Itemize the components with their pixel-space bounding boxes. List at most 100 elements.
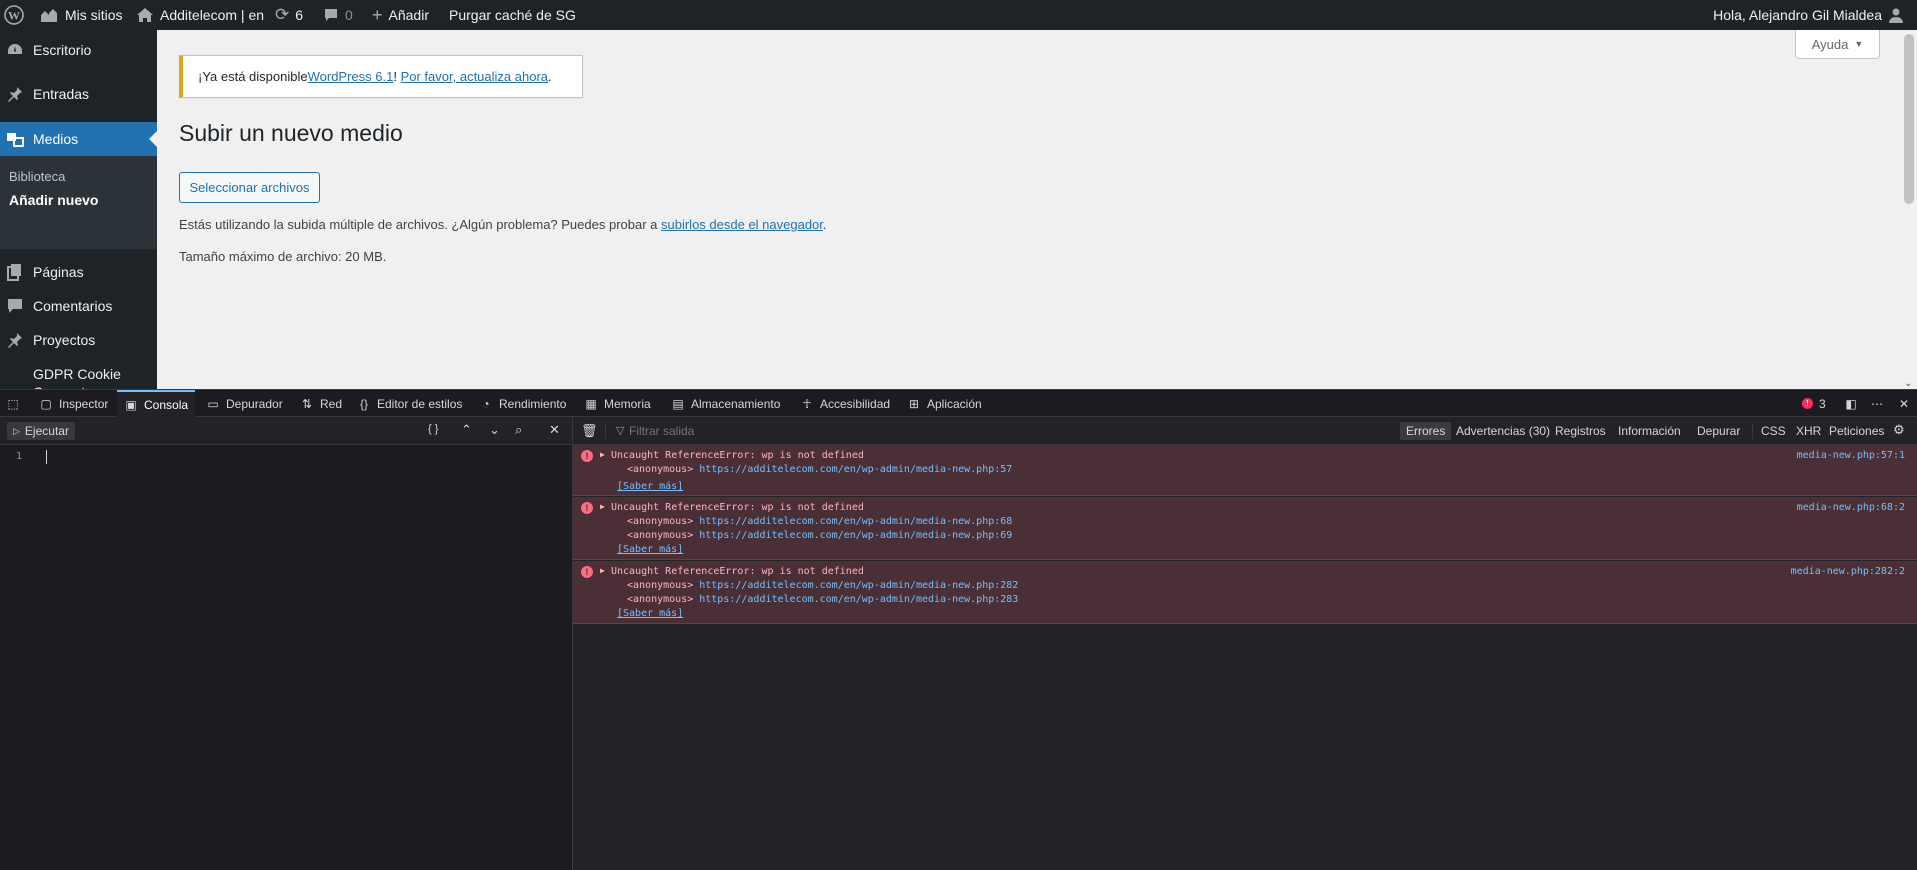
- updates-link[interactable]: ⟳ 6: [275, 0, 303, 30]
- wordpress-logo-icon[interactable]: W: [4, 0, 24, 30]
- source-location-link[interactable]: media-new.php:282:2: [1791, 566, 1905, 577]
- frame-url-link[interactable]: https://additelecom.com/en/wp-admin/medi…: [699, 516, 1012, 527]
- my-sites-menu[interactable]: Mis sitios: [39, 0, 123, 30]
- expand-triangle-icon[interactable]: ▶: [600, 566, 605, 575]
- output-toolbar: 🗑 ▽ Errores Advertencias (30) Registros …: [573, 417, 1917, 445]
- sidebar-item-comentarios[interactable]: Comentarios: [0, 289, 157, 323]
- filter-css[interactable]: CSS: [1755, 422, 1792, 440]
- error-message[interactable]: ! ▶ Uncaught ReferenceError: wp is not d…: [573, 445, 1917, 496]
- sidebar-item-label: Escritorio: [33, 42, 92, 58]
- inspector-icon: ▢: [40, 396, 52, 411]
- sidebar-item-medios[interactable]: Medios: [0, 122, 157, 156]
- frame-url-link[interactable]: https://additelecom.com/en/wp-admin/medi…: [699, 594, 1018, 605]
- stack-frame: <anonymous> https://additelecom.com/en/wp…: [627, 516, 1012, 527]
- sidebar-item-label: Entradas: [33, 86, 90, 102]
- filter-warnings[interactable]: Advertencias (30): [1450, 422, 1556, 440]
- expand-triangle-icon[interactable]: ▶: [600, 502, 605, 511]
- browser-upload-link[interactable]: subirlos desde el navegador: [661, 217, 823, 232]
- gauge-icon: ◔: [482, 396, 490, 411]
- chevron-up-icon[interactable]: ⌃: [461, 422, 472, 438]
- tab-inspector[interactable]: ▢ Inspector: [39, 390, 108, 417]
- sidebar-item-paginas[interactable]: Páginas: [0, 255, 157, 289]
- frame-url-link[interactable]: https://additelecom.com/en/wp-admin/medi…: [699, 580, 1018, 591]
- frame-url-link[interactable]: https://additelecom.com/en/wp-admin/medi…: [699, 464, 1012, 475]
- more-options-icon: ⋯: [1871, 396, 1883, 411]
- console-settings-gear-icon[interactable]: ⚙: [1893, 422, 1905, 438]
- source-location-link[interactable]: media-new.php:57:1: [1797, 450, 1905, 461]
- current-indicator-arrow: [149, 131, 157, 147]
- expand-triangle-icon[interactable]: ▶: [600, 450, 605, 459]
- filter-requests[interactable]: Peticiones: [1823, 422, 1890, 440]
- tab-application[interactable]: ⊞ Aplicación: [907, 390, 982, 417]
- comments-link[interactable]: 0: [323, 0, 353, 30]
- search-icon[interactable]: ⌕: [515, 422, 522, 438]
- trash-icon[interactable]: 🗑: [581, 423, 598, 439]
- main-content: Ayuda ▼ ¡Ya está disponible WordPress 6.…: [157, 30, 1900, 389]
- pages-icon: [5, 262, 25, 282]
- braces-icon: {}: [359, 396, 368, 411]
- filter-debug[interactable]: Depurar: [1691, 422, 1746, 440]
- error-message[interactable]: ! ▶ Uncaught ReferenceError: wp is not d…: [573, 561, 1917, 624]
- plus-icon: +: [372, 4, 383, 25]
- tab-label: Depurador: [226, 396, 283, 411]
- frame-url-link[interactable]: https://additelecom.com/en/wp-admin/medi…: [699, 530, 1012, 541]
- select-files-button[interactable]: Seleccionar archivos: [179, 172, 320, 203]
- submenu-item-anadir-nuevo[interactable]: Añadir nuevo: [9, 192, 98, 208]
- toolbar-divider: [605, 423, 606, 439]
- devtools-panel: ⬚ ▢ Inspector ▣ Consola ▭ Depurador ⇅ Red {}…: [0, 389, 1917, 870]
- filter-info[interactable]: Información: [1612, 422, 1687, 440]
- purge-cache-button[interactable]: Purgar caché de SG: [449, 0, 576, 30]
- wordpress-version-link[interactable]: WordPress 6.1: [308, 69, 394, 84]
- scrollbar-thumb[interactable]: [1904, 34, 1914, 204]
- tab-label: Accesibilidad: [820, 396, 891, 411]
- element-picker-button[interactable]: ⬚: [6, 390, 20, 417]
- new-content-menu[interactable]: + Añadir: [372, 0, 429, 30]
- submenu-item-biblioteca[interactable]: Biblioteca: [9, 169, 65, 184]
- close-icon[interactable]: ✕: [549, 422, 560, 438]
- tab-storage[interactable]: ▤ Almacenamiento: [671, 390, 780, 417]
- filter-output-input[interactable]: [629, 421, 1129, 441]
- learn-more-link[interactable]: [Saber más]: [617, 608, 683, 619]
- tab-network[interactable]: ⇅ Red: [300, 390, 342, 417]
- dock-options-button[interactable]: ◧: [1844, 390, 1858, 417]
- run-button[interactable]: ▷ Ejecutar: [7, 422, 75, 440]
- site-name-menu[interactable]: Additelecom | en: [136, 0, 264, 30]
- comment-icon: [5, 296, 25, 316]
- tab-label: Editor de estilos: [377, 396, 463, 411]
- tab-memory[interactable]: ▦ Memoria: [584, 390, 650, 417]
- filter-logs[interactable]: Registros: [1549, 422, 1612, 440]
- page-scrollbar[interactable]: ⌄: [1900, 30, 1917, 389]
- sidebar-item-escritorio[interactable]: Escritorio: [0, 30, 157, 70]
- learn-more-link[interactable]: [Saber más]: [617, 481, 683, 492]
- run-label: Ejecutar: [24, 424, 69, 438]
- error-count-badge[interactable]: ! 3: [1802, 390, 1826, 417]
- frame-name: <anonymous>: [627, 530, 694, 541]
- more-options-button[interactable]: ⋯: [1870, 390, 1884, 417]
- error-message[interactable]: ! ▶ Uncaught ReferenceError: wp is not d…: [573, 497, 1917, 560]
- sites-icon: [41, 9, 57, 22]
- tab-debugger[interactable]: ▭ Depurador: [206, 390, 283, 417]
- filter-icon: ▽: [616, 425, 625, 437]
- account-menu[interactable]: Hola, Alejandro Gil Mialdea: [1713, 0, 1904, 30]
- close-devtools-button[interactable]: ✕: [1897, 390, 1911, 417]
- tab-console[interactable]: ▣ Consola: [117, 390, 196, 417]
- help-tab-button[interactable]: Ayuda ▼: [1795, 30, 1880, 59]
- update-now-link[interactable]: Por favor, actualiza ahora: [401, 69, 548, 84]
- filter-xhr[interactable]: XHR: [1790, 422, 1827, 440]
- sidebar-item-entradas[interactable]: Entradas: [0, 74, 157, 114]
- source-location-link[interactable]: media-new.php:68:2: [1797, 502, 1905, 513]
- tab-style-editor[interactable]: {} Editor de estilos: [357, 390, 462, 417]
- scroll-down-icon[interactable]: ⌄: [1904, 378, 1912, 389]
- tab-accessibility[interactable]: ☥ Accesibilidad: [800, 390, 891, 417]
- comments-count: 0: [345, 7, 353, 23]
- sidebar-item-proyectos[interactable]: Proyectos: [0, 323, 157, 357]
- filter-errors[interactable]: Errores: [1400, 422, 1452, 440]
- chevron-down-icon[interactable]: ⌄: [489, 422, 500, 438]
- learn-more-link[interactable]: [Saber más]: [617, 544, 683, 555]
- tab-performance[interactable]: ◔ Rendimiento: [479, 390, 566, 417]
- tab-label: Inspector: [59, 396, 109, 411]
- page-title: Subir un nuevo medio: [179, 120, 403, 146]
- console-editor[interactable]: ▷ Ejecutar { } ⌃ ⌄ ⌕ ✕ 1: [0, 417, 573, 870]
- pretty-print-button[interactable]: { }: [428, 423, 438, 435]
- frame-name: <anonymous>: [627, 516, 694, 527]
